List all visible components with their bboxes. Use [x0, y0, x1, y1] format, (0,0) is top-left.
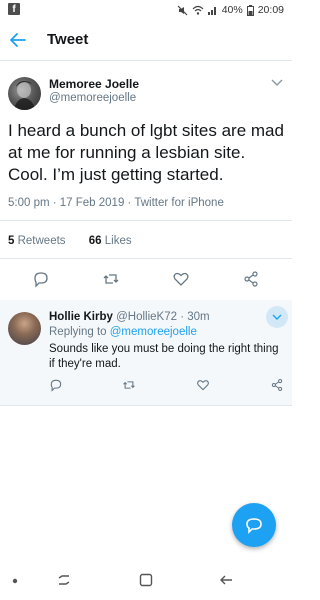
replying-to-handle[interactable]: @memoreejoelle — [110, 326, 197, 338]
avatar[interactable] — [8, 312, 41, 345]
reply-actions — [0, 378, 292, 394]
chat-bubble-icon — [246, 518, 262, 534]
author-name[interactable]: Memoree Joelle — [49, 77, 139, 91]
meta-divider — [0, 220, 292, 221]
battery-icon — [246, 4, 254, 16]
tweet-actions — [0, 270, 292, 292]
likes-stat[interactable]: 66 Likes — [89, 235, 132, 247]
status-bar: f 40% 20:09 — [0, 0, 292, 22]
reply-author-meta: @HollieK72 · 30m — [116, 311, 210, 323]
recent-apps-icon[interactable] — [56, 572, 72, 588]
reply-icon[interactable] — [49, 378, 63, 392]
status-bar-right: 40% 20:09 — [177, 4, 284, 16]
likes-label: Likes — [104, 235, 132, 247]
chevron-down-icon[interactable] — [270, 78, 284, 88]
facebook-icon: f — [8, 3, 20, 15]
system-nav-bar — [0, 562, 292, 600]
home-icon[interactable] — [138, 572, 154, 588]
replying-to-label: Replying to — [49, 326, 107, 338]
reply-divider — [0, 405, 292, 406]
tweet-timestamp: 5:00 pm · 17 Feb 2019 · Twitter for iPho… — [8, 197, 224, 209]
avatar-photo — [14, 81, 35, 110]
clock: 20:09 — [257, 4, 284, 16]
compose-reply-button[interactable] — [232, 503, 276, 547]
arrow-left-icon[interactable] — [8, 30, 28, 50]
retweets-stat[interactable]: 5 Retweets — [8, 235, 66, 247]
heart-icon[interactable] — [172, 270, 190, 288]
wifi-icon — [192, 5, 204, 15]
retweet-icon[interactable] — [102, 270, 120, 288]
tweet-text: I heard a bunch of lgbt sites are mad at… — [8, 121, 284, 184]
stats-divider — [0, 258, 292, 259]
tweet-stats: 5 Retweets 66 Likes — [8, 235, 132, 247]
author-handle[interactable]: @memoreejoelle — [49, 92, 136, 104]
share-icon[interactable] — [270, 378, 284, 392]
retweets-count: 5 — [8, 235, 15, 247]
mute-icon — [177, 5, 188, 15]
reply-menu-button[interactable] — [266, 306, 288, 328]
reply-tweet[interactable]: Hollie Kirby @HollieK72 · 30m Replying t… — [0, 300, 292, 405]
header-divider — [0, 60, 292, 61]
avatar[interactable] — [8, 77, 41, 110]
replying-to: Replying to @memoreejoelle — [49, 326, 197, 338]
retweet-icon[interactable] — [122, 378, 136, 392]
reply-author-name[interactable]: Hollie Kirby — [49, 311, 113, 323]
reply-icon[interactable] — [32, 270, 50, 288]
header: Tweet — [0, 22, 292, 60]
chevron-down-icon — [272, 314, 282, 320]
back-nav-icon[interactable] — [218, 572, 234, 588]
likes-count: 66 — [88, 235, 102, 247]
battery-percent: 40% — [221, 4, 243, 16]
page-title: Tweet — [47, 31, 89, 48]
retweets-label: Retweets — [17, 235, 66, 247]
dot-icon — [12, 578, 18, 584]
signal-icon — [207, 7, 216, 15]
reply-text: Sounds like you must be doing the right … — [49, 343, 279, 370]
share-icon[interactable] — [242, 270, 260, 288]
reply-header: Hollie Kirby @HollieK72 · 30m — [49, 311, 210, 323]
heart-icon[interactable] — [196, 378, 210, 392]
